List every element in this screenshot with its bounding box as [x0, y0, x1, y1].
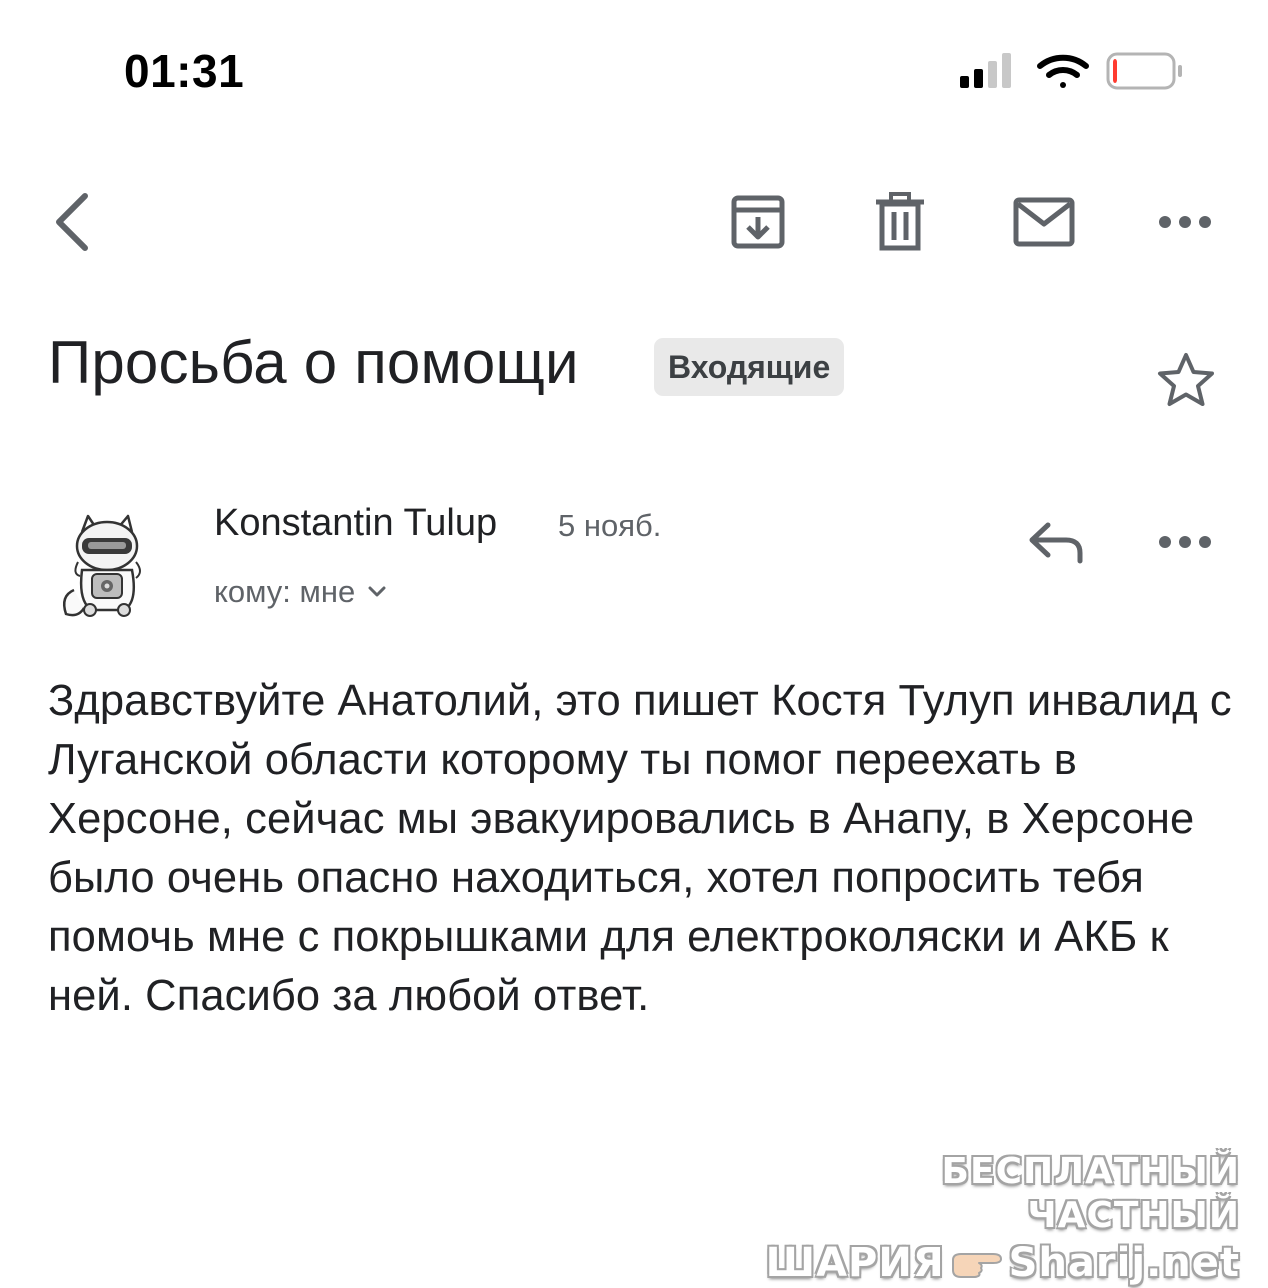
star-outline-icon [1158, 353, 1214, 406]
recipient-details-toggle[interactable]: кому: мне [214, 574, 387, 610]
chevron-left-icon [56, 193, 88, 251]
star-button[interactable] [1150, 344, 1222, 416]
more-horizontal-icon [1159, 536, 1211, 548]
watermark: БЕСПЛАТНЫЙ ЧАСТНЫЙ ШАРИЯ Sharij.net [766, 1150, 1240, 1288]
watermark-line-2: ШАРИЯ Sharij.net [766, 1238, 1240, 1288]
trash-icon [876, 192, 924, 251]
watermark-brand: ШАРИЯ [765, 1240, 945, 1286]
label-chip-inbox[interactable]: Входящие [654, 338, 845, 396]
watermark-site: Sharij.net [1008, 1240, 1240, 1286]
archive-button[interactable] [718, 182, 798, 262]
pointing-hand-icon [949, 1246, 1005, 1280]
status-time: 01:31 [124, 45, 245, 97]
sender-name[interactable]: Konstantin Tulup [214, 502, 497, 545]
chevron-down-icon [367, 585, 387, 599]
back-button[interactable] [36, 182, 106, 262]
delete-button[interactable] [860, 182, 940, 262]
reply-icon [1029, 522, 1083, 564]
more-options-button[interactable] [1145, 182, 1225, 262]
archive-icon [731, 195, 785, 249]
mark-unread-button[interactable] [1002, 182, 1086, 262]
status-icons [958, 50, 1188, 94]
message-more-options-button[interactable] [1145, 504, 1225, 580]
recipient-label: кому: мне [214, 574, 356, 609]
more-horizontal-icon [1159, 216, 1211, 228]
wifi-icon [1037, 54, 1089, 88]
cellular-signal-icon [960, 53, 1011, 88]
reply-button[interactable] [1014, 504, 1098, 580]
mail-icon [1013, 197, 1075, 247]
avatar[interactable] [52, 510, 162, 620]
email-subject: Просьба о помощи [48, 329, 579, 396]
watermark-line-1: БЕСПЛАТНЫЙ ЧАСТНЫЙ [941, 1151, 1240, 1236]
battery-low-icon [1106, 52, 1182, 90]
message-body: Здравствуйте Анатолий, это пишет Костя Т… [48, 677, 1232, 1020]
message-date: 5 нояб. [558, 508, 662, 543]
